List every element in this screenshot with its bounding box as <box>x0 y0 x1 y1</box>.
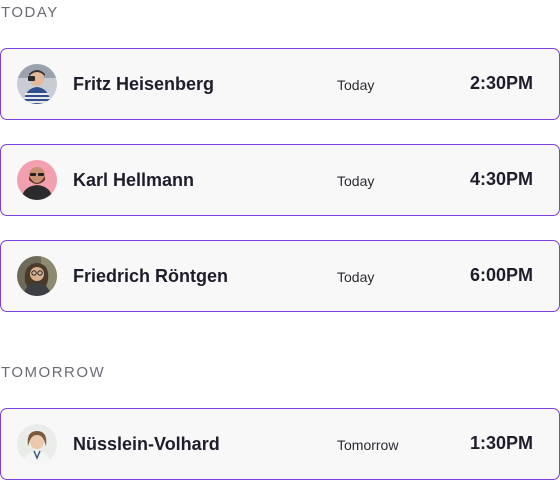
contact-name: Nüsslein-Volhard <box>73 434 220 454</box>
avatar <box>17 424 57 464</box>
avatar <box>17 256 57 296</box>
avatar <box>17 64 57 104</box>
appointment-time: 2:30PM <box>469 73 533 93</box>
appointment-card[interactable]: Nüsslein-Volhard Tomorrow 1:30PM <box>0 408 560 480</box>
appointment-card[interactable]: Karl Hellmann Today 4:30PM <box>0 144 560 216</box>
appointment-card[interactable]: Friedrich Röntgen Today 6:00PM <box>0 240 560 312</box>
section-label-today: TODAY <box>1 4 59 21</box>
appointment-time: 1:30PM <box>469 433 533 453</box>
appointment-day: Today <box>337 173 375 189</box>
appointment-day: Today <box>337 77 375 93</box>
appointment-day: Today <box>337 269 375 285</box>
contact-name: Fritz Heisenberg <box>73 74 215 94</box>
appointment-time: 4:30PM <box>469 169 533 189</box>
contact-name: Friedrich Röntgen <box>73 266 229 286</box>
appointment-day: Tomorrow <box>337 437 399 453</box>
contact-name: Karl Hellmann <box>73 170 195 190</box>
appointment-time: 6:00PM <box>469 265 533 285</box>
appointment-card[interactable]: Fritz Heisenberg Today 2:30PM <box>0 48 560 120</box>
section-label-tomorrow: TOMORROW <box>1 364 106 381</box>
avatar <box>17 160 57 200</box>
appointments-page: TODAY Fritz Heisenberg Today 2:30PM Karl… <box>0 0 560 480</box>
